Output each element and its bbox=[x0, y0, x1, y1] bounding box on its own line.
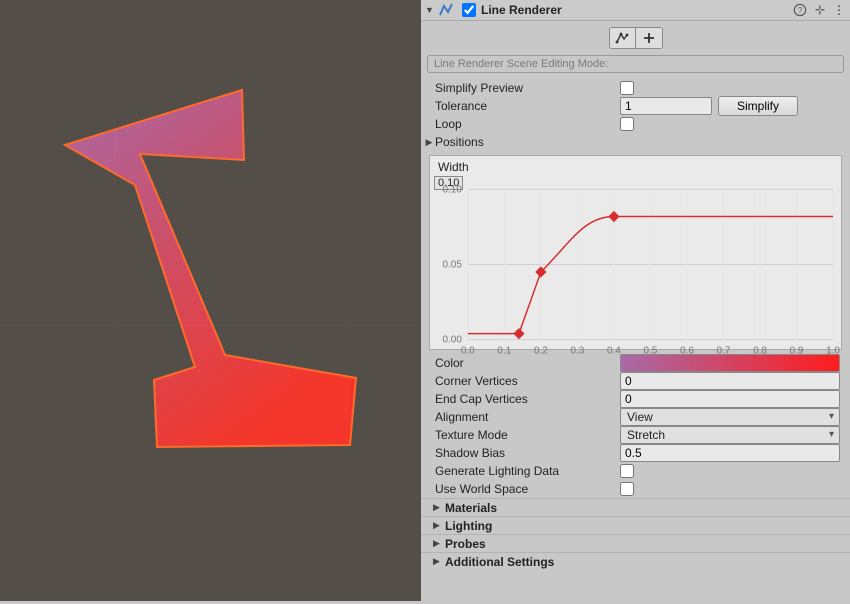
shadow-bias-field[interactable] bbox=[620, 444, 840, 462]
component-enabled-checkbox[interactable] bbox=[462, 3, 476, 17]
edit-mode-toolbar bbox=[421, 21, 850, 55]
scene-viewport[interactable] bbox=[0, 0, 421, 601]
svg-text:0.0: 0.0 bbox=[461, 346, 475, 357]
add-point-button[interactable] bbox=[636, 28, 662, 48]
svg-text:0.9: 0.9 bbox=[790, 346, 804, 357]
component-header: ▼ Line Renderer ? ⋮ bbox=[421, 0, 850, 21]
simplify-button[interactable]: Simplify bbox=[718, 96, 798, 116]
simplify-preview-checkbox[interactable] bbox=[620, 81, 634, 95]
alignment-dropdown[interactable]: View bbox=[620, 408, 840, 426]
end-cap-vertices-label: End Cap Vertices bbox=[435, 392, 620, 406]
tolerance-label: Tolerance bbox=[435, 99, 620, 113]
line-renderer-icon bbox=[438, 2, 454, 18]
edit-points-button[interactable] bbox=[610, 28, 636, 48]
additional-settings-foldout[interactable]: ▶ Additional Settings bbox=[421, 552, 850, 570]
corner-vertices-field[interactable] bbox=[620, 372, 840, 390]
chevron-right-icon: ▶ bbox=[433, 520, 445, 531]
component-title: Line Renderer bbox=[481, 3, 793, 17]
svg-text:?: ? bbox=[798, 6, 803, 15]
svg-text:0.00: 0.00 bbox=[443, 335, 463, 346]
width-curve-title: Width bbox=[438, 160, 469, 174]
svg-text:1.0: 1.0 bbox=[826, 346, 840, 357]
help-icon[interactable]: ? bbox=[793, 3, 807, 17]
shadow-bias-label: Shadow Bias bbox=[435, 446, 620, 460]
chevron-right-icon: ▶ bbox=[433, 556, 445, 567]
use-world-space-label: Use World Space bbox=[435, 482, 620, 496]
positions-foldout[interactable]: ▶ Positions bbox=[421, 133, 850, 151]
chevron-right-icon: ▶ bbox=[433, 538, 445, 549]
materials-foldout[interactable]: ▶ Materials bbox=[421, 498, 850, 516]
corner-vertices-label: Corner Vertices bbox=[435, 374, 620, 388]
alignment-label: Alignment bbox=[435, 410, 620, 424]
probes-foldout[interactable]: ▶ Probes bbox=[421, 534, 850, 552]
texture-mode-label: Texture Mode bbox=[435, 428, 620, 442]
generate-lighting-checkbox[interactable] bbox=[620, 464, 634, 478]
chevron-right-icon: ▶ bbox=[433, 502, 445, 513]
end-cap-vertices-field[interactable] bbox=[620, 390, 840, 408]
loop-checkbox[interactable] bbox=[620, 117, 634, 131]
tolerance-field[interactable] bbox=[620, 97, 712, 115]
texture-mode-dropdown[interactable]: Stretch bbox=[620, 426, 840, 444]
svg-text:0.5: 0.5 bbox=[644, 346, 658, 357]
line-renderer-shape bbox=[0, 0, 421, 601]
svg-text:0.2: 0.2 bbox=[534, 346, 548, 357]
inspector-panel: ▼ Line Renderer ? ⋮ Line Renderer Scene … bbox=[421, 0, 850, 601]
svg-text:0.1: 0.1 bbox=[497, 346, 511, 357]
svg-text:0.3: 0.3 bbox=[570, 346, 584, 357]
generate-lighting-label: Generate Lighting Data bbox=[435, 464, 620, 478]
svg-text:0.05: 0.05 bbox=[443, 260, 463, 271]
positions-foldout-icon: ▶ bbox=[423, 137, 435, 148]
lighting-foldout[interactable]: ▶ Lighting bbox=[421, 516, 850, 534]
svg-text:0.4: 0.4 bbox=[607, 346, 621, 357]
context-menu-icon[interactable]: ⋮ bbox=[833, 3, 846, 17]
scene-editing-mode-label: Line Renderer Scene Editing Mode: bbox=[427, 55, 844, 73]
width-curve[interactable]: Width 0.10 0.000.050.100.00.10.20.30.40.… bbox=[429, 155, 842, 350]
svg-text:0.7: 0.7 bbox=[717, 346, 731, 357]
svg-text:0.10: 0.10 bbox=[443, 184, 463, 195]
preset-icon[interactable] bbox=[813, 3, 827, 17]
loop-label: Loop bbox=[435, 117, 620, 131]
component-foldout-toggle[interactable]: ▼ bbox=[425, 5, 435, 15]
use-world-space-checkbox[interactable] bbox=[620, 482, 634, 496]
svg-text:0.6: 0.6 bbox=[680, 346, 694, 357]
svg-text:0.8: 0.8 bbox=[753, 346, 767, 357]
positions-label: Positions bbox=[435, 135, 484, 149]
simplify-preview-label: Simplify Preview bbox=[435, 81, 620, 95]
